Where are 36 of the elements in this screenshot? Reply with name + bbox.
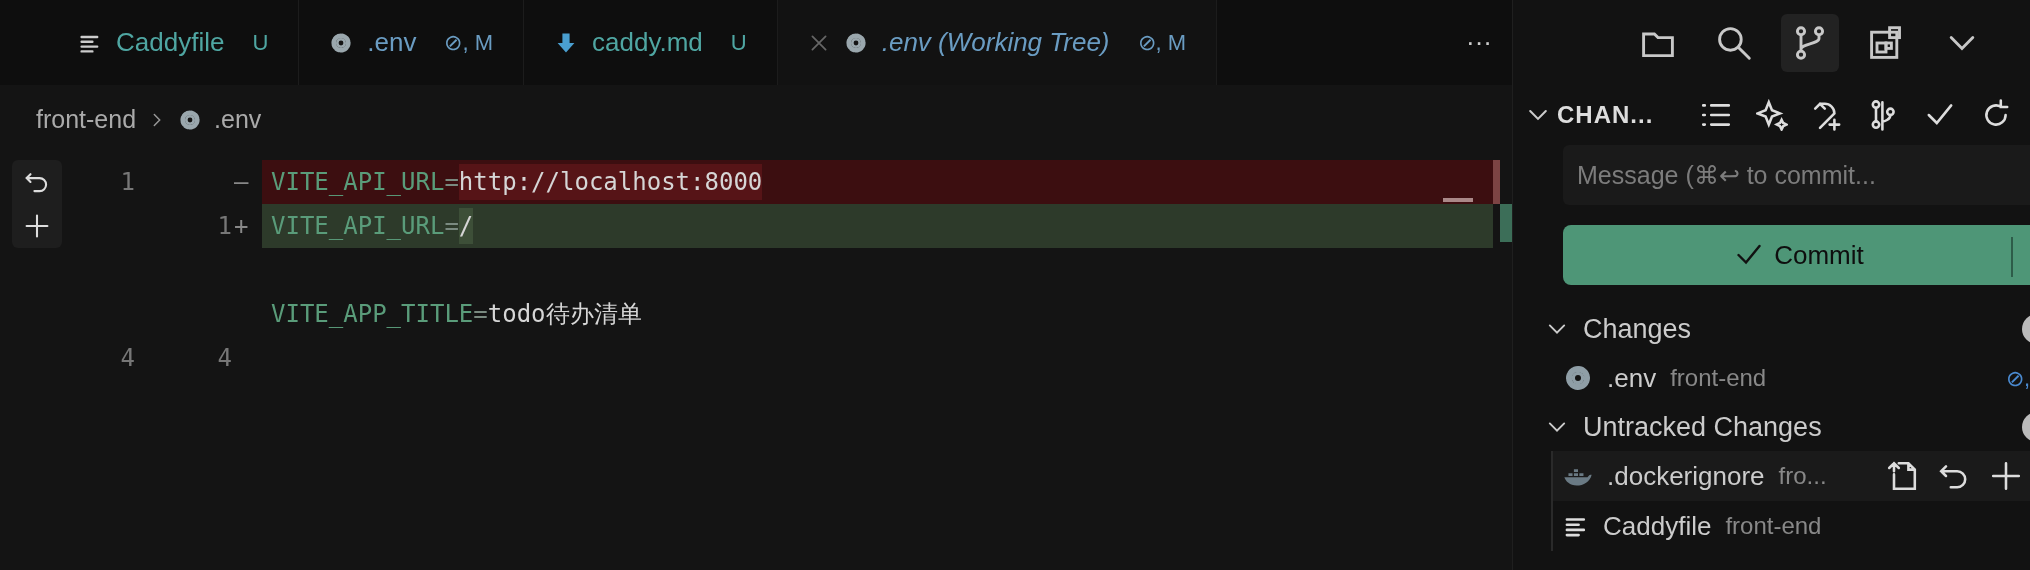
file-item[interactable]: .dockerignore fro...	[1553, 451, 2030, 501]
commit-button[interactable]: Commit	[1563, 225, 2030, 285]
activity-button[interactable]	[1781, 13, 1839, 72]
blocks-icon	[1868, 24, 1904, 61]
section-title: CHAN...	[1557, 100, 1655, 130]
open-file-icon	[1886, 460, 1918, 492]
group-header[interactable]: Untracked Changes	[1513, 403, 1828, 451]
status-letter: ⊘,	[2005, 364, 2030, 393]
code-line: VITE_APP_TITLE=todo待办清单	[270, 299, 643, 330]
file-path: front-end	[1725, 511, 1822, 541]
search-icon	[1716, 24, 1752, 61]
diff-marker: —	[233, 167, 250, 198]
revert-button[interactable]	[12, 160, 62, 204]
breadcrumb-item[interactable]: front-end	[36, 101, 137, 139]
line-number: 4	[119, 343, 135, 374]
overview-ruler	[1500, 204, 1512, 242]
breadcrumb-item[interactable]: .env	[214, 101, 262, 139]
line-number: 1	[216, 211, 232, 242]
file-item[interactable]: Caddyfile front-end	[1553, 501, 2030, 551]
plus-icon	[24, 213, 50, 239]
diff-marker: +	[233, 211, 250, 242]
editor-tab[interactable]: .env (Working Tree) ⊘, M	[777, 0, 1218, 85]
line-number: 1	[119, 167, 135, 198]
file-item[interactable]: .env front-end ⊘,	[1513, 353, 2030, 403]
plus-icon	[1990, 460, 2022, 492]
file-name: .env	[1607, 361, 1657, 395]
stage-button[interactable]	[12, 204, 62, 248]
file-path: fro...	[1778, 461, 1827, 491]
commit-message-field[interactable]: Message (⌘↩ to commit...	[1563, 145, 2030, 205]
file-path: front-end	[1670, 363, 1767, 393]
more-button[interactable]: ···	[1446, 0, 1512, 85]
sparkle-icon	[1756, 99, 1788, 131]
file-name: Caddyfile	[1603, 509, 1712, 543]
line-number: 4	[216, 343, 232, 374]
group-header[interactable]: Changes	[1513, 305, 1698, 353]
file-name: .dockerignore	[1607, 459, 1765, 493]
